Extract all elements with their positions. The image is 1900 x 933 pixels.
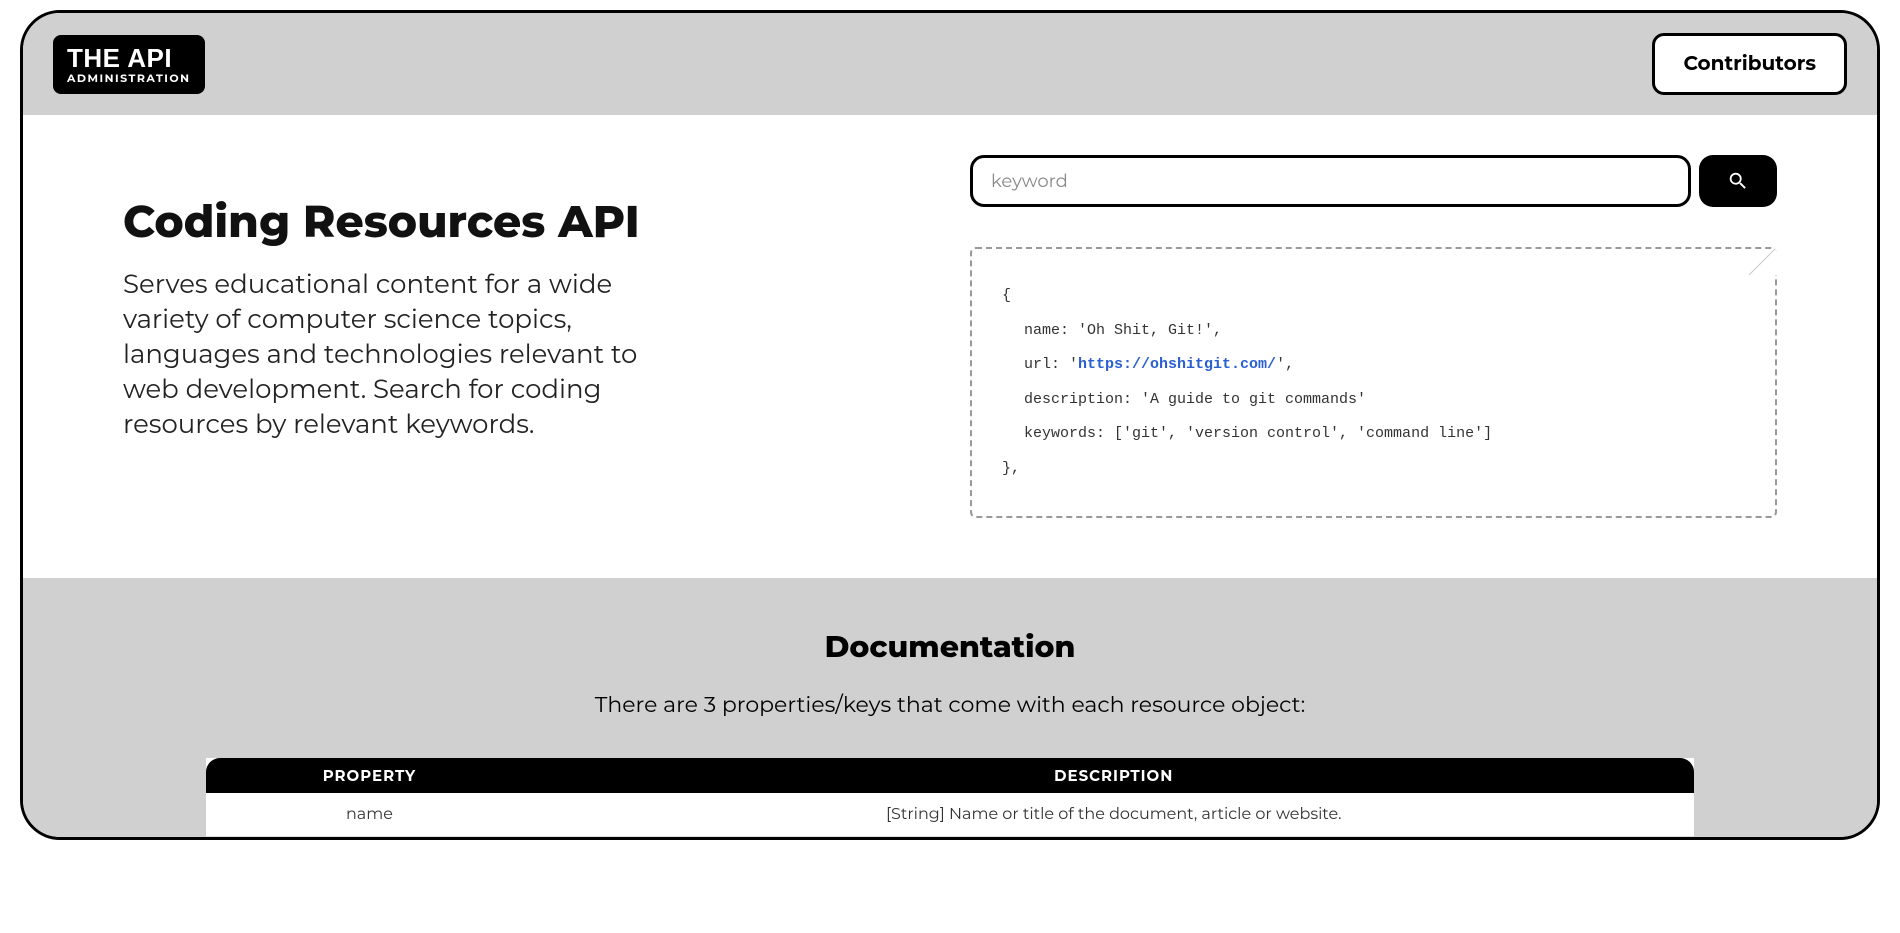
page-title: Coding Resources API — [123, 195, 930, 249]
logo-main-text: THE API — [67, 45, 191, 71]
hero-intro: Serves educational content for a wide va… — [123, 267, 683, 442]
code-line: { — [1002, 287, 1011, 304]
app-window: THE API ADMINISTRATION Contributors Codi… — [20, 10, 1880, 840]
main: Coding Resources API Serves educational … — [23, 115, 1877, 578]
code-line: name: 'Oh Shit, Git!', — [1002, 314, 1222, 349]
header: THE API ADMINISTRATION Contributors — [23, 13, 1877, 115]
documentation-section: Documentation There are 3 properties/key… — [23, 578, 1877, 837]
docs-title: Documentation — [123, 628, 1777, 665]
docs-intro: There are 3 properties/keys that come wi… — [123, 691, 1777, 718]
code-line: keywords: ['git', 'version control', 'co… — [1002, 417, 1492, 452]
code-text: url: ' — [1024, 356, 1078, 373]
table-row: name [String] Name or title of the docum… — [206, 793, 1695, 837]
sample-url-link[interactable]: https://ohshitgit.com/ — [1078, 356, 1276, 373]
table-cell-property: name — [206, 793, 533, 837]
table-cell-description: [String] Name or title of the document, … — [533, 793, 1694, 837]
search-button[interactable] — [1699, 155, 1777, 207]
code-text: ', — [1276, 356, 1294, 373]
logo-sub-text: ADMINISTRATION — [67, 73, 191, 84]
search-row — [970, 155, 1777, 207]
search-icon — [1727, 170, 1749, 192]
hero-column: Coding Resources API Serves educational … — [123, 155, 930, 518]
docs-table: PROPERTY DESCRIPTION name [String] Name … — [206, 758, 1695, 837]
table-header-row: PROPERTY DESCRIPTION — [206, 758, 1695, 793]
sample-response-box: { name: 'Oh Shit, Git!', url: 'https://o… — [970, 247, 1777, 518]
code-line: }, — [1002, 460, 1020, 477]
paper-fold-icon — [1749, 247, 1777, 275]
contributors-button[interactable]: Contributors — [1652, 33, 1847, 95]
code-line: url: 'https://ohshitgit.com/', — [1002, 348, 1294, 383]
search-column: { name: 'Oh Shit, Git!', url: 'https://o… — [970, 155, 1777, 518]
logo: THE API ADMINISTRATION — [53, 35, 205, 94]
search-input[interactable] — [970, 155, 1691, 207]
table-header-property: PROPERTY — [206, 758, 533, 793]
table-header-description: DESCRIPTION — [533, 758, 1694, 793]
code-line: description: 'A guide to git commands' — [1002, 383, 1366, 418]
